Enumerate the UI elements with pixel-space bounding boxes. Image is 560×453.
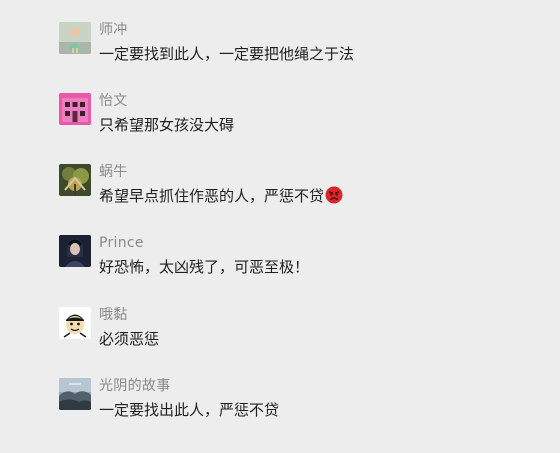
dark-portrait-icon xyxy=(59,235,91,267)
angry-face-icon xyxy=(325,186,343,204)
comment-item: 蜗牛 希望早点抓住作恶的人，严惩不贷 xyxy=(59,164,539,224)
tree-photo-icon xyxy=(59,164,91,196)
comment-item: 怡文 只希望那女孩没大碍 xyxy=(59,93,539,153)
comment-item: 光阴的故事 一定要找出此人，严惩不贷 xyxy=(59,378,539,438)
comment-nickname[interactable]: Prince xyxy=(99,234,144,252)
comment-nickname[interactable]: 蜗牛 xyxy=(99,163,128,181)
comment-text: 只希望那女孩没大碍 xyxy=(99,116,235,134)
comment-nickname[interactable]: 怡文 xyxy=(99,92,128,110)
comment-nickname[interactable]: 哦黏 xyxy=(99,306,128,324)
comment-list: 师冲 一定要找到此人，一定要把他绳之于法 怡文 只希望那女孩没大碍 蜗牛 希望早… xyxy=(0,0,560,453)
comment-text: 必须恶惩 xyxy=(99,330,160,348)
comment-nickname[interactable]: 师冲 xyxy=(99,21,128,39)
avatar[interactable] xyxy=(59,93,91,125)
comment-text: 一定要找到此人，一定要把他绳之于法 xyxy=(99,45,355,63)
comment-item: 师冲 一定要找到此人，一定要把他绳之于法 xyxy=(59,22,539,82)
landscape-photo-icon xyxy=(59,378,91,410)
child-photo-icon xyxy=(59,22,91,54)
avatar[interactable] xyxy=(59,235,91,267)
comment-item: Prince 好恐怖，太凶残了，可恶至极！ xyxy=(59,235,539,295)
avatar[interactable] xyxy=(59,378,91,410)
comment-item: 哦黏 必须恶惩 xyxy=(59,307,539,367)
pink-house-icon xyxy=(59,93,91,125)
avatar[interactable] xyxy=(59,164,91,196)
comment-text: 一定要找出此人，严惩不贷 xyxy=(99,401,280,419)
avatar[interactable] xyxy=(59,307,91,339)
comment-text: 希望早点抓住作恶的人，严惩不贷 xyxy=(99,186,343,206)
avatar[interactable] xyxy=(59,22,91,54)
cartoon-face-icon xyxy=(59,307,91,339)
comment-text: 好恐怖，太凶残了，可恶至极！ xyxy=(99,258,310,276)
comment-nickname[interactable]: 光阴的故事 xyxy=(99,377,171,395)
